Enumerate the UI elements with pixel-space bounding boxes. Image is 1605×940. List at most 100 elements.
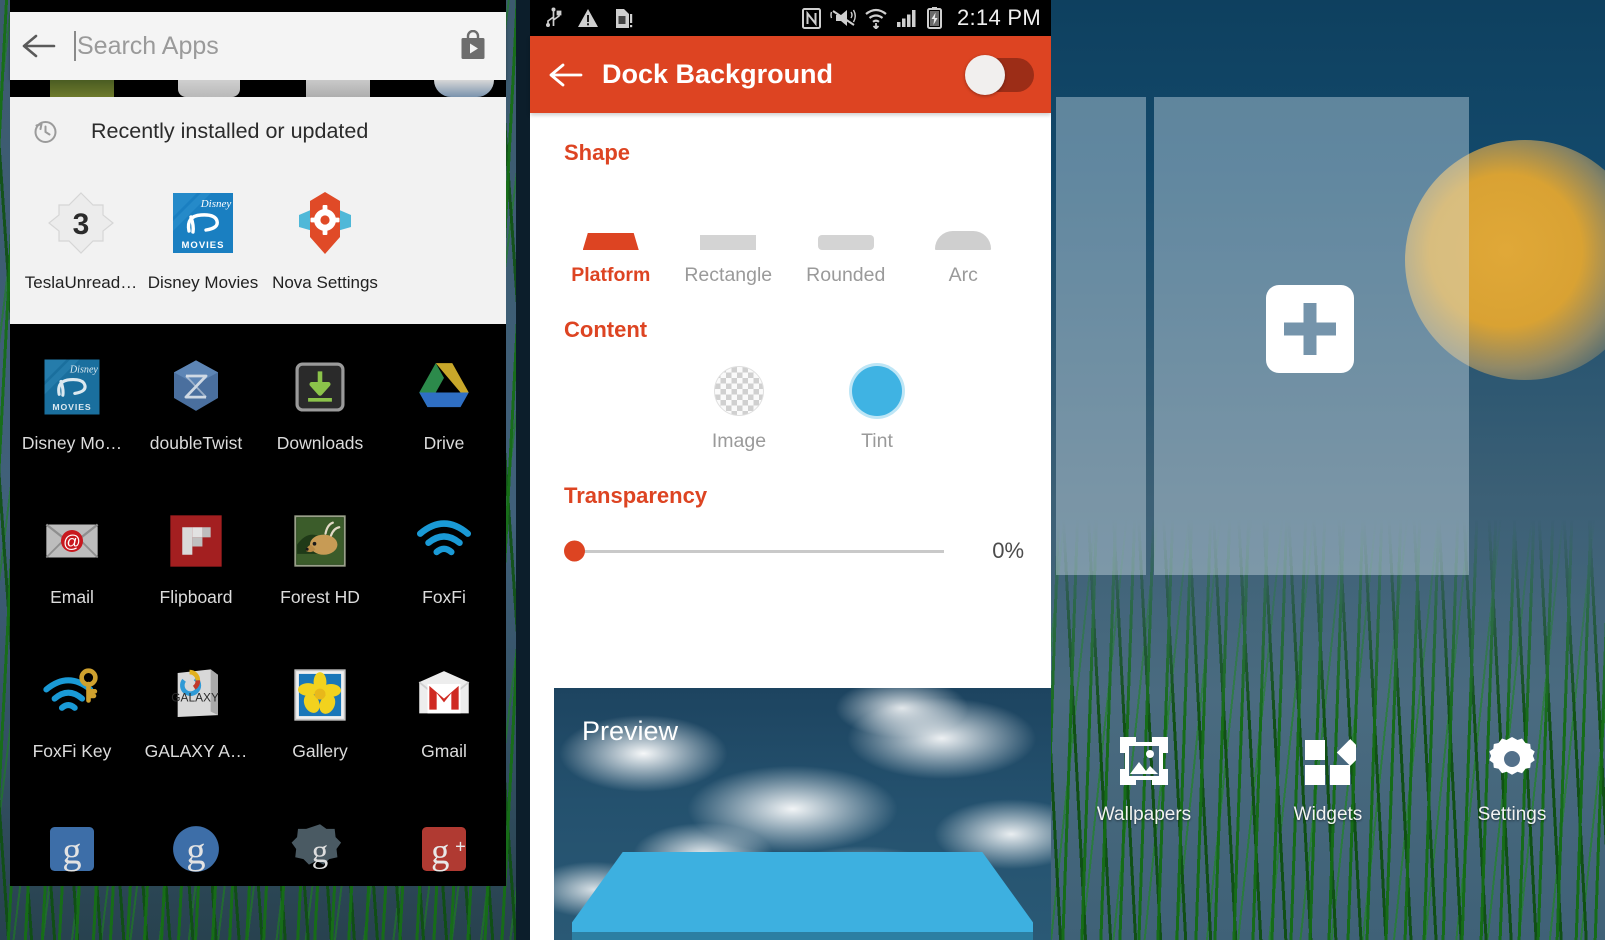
text-caret: [74, 31, 76, 61]
app-label: Flipboard: [159, 587, 233, 607]
app-grid-row: FoxFi Key GALAXY GALAXY A… Gallery Gmail: [10, 640, 506, 794]
recent-app-item[interactable]: Disney MOVIES Disney Movies: [142, 187, 264, 293]
plus-horizontal-bar: [1284, 322, 1336, 336]
app-item-galaxy-apps[interactable]: GALAXY GALAXY A…: [134, 640, 258, 794]
action-label: Widgets: [1293, 804, 1363, 825]
shape-option-rounded[interactable]: Rounded: [787, 192, 905, 287]
wifi-icon: [865, 8, 887, 29]
preview-label: Preview: [582, 716, 679, 746]
app-item-foxfi[interactable]: FoxFi: [382, 486, 506, 640]
content-options: Image Tint: [670, 358, 990, 453]
app-label: GALAXY A…: [144, 741, 248, 761]
app-item-disney-movies[interactable]: Disney MOVIES Disney Mo…: [10, 332, 134, 486]
app-drawer-panel: Search Apps Recently installed or update…: [0, 0, 516, 940]
status-bar-right-icons: 2:14 PM: [801, 5, 1051, 31]
shape-option-label: Rounded: [806, 264, 886, 286]
action-widgets[interactable]: Widgets: [1264, 730, 1392, 826]
app-label: doubleTwist: [149, 433, 243, 453]
app-item-drive[interactable]: Drive: [382, 332, 506, 486]
app-item-forest-hd[interactable]: Forest HD: [258, 486, 382, 640]
shape-option-platform[interactable]: Platform: [552, 192, 670, 287]
app-item-doubletwist[interactable]: doubleTwist: [134, 332, 258, 486]
back-arrow-icon[interactable]: [530, 62, 602, 88]
shape-option-label: Rectangle: [684, 264, 773, 286]
shape-options: Platform Rectangle Rounded Arc: [552, 192, 1022, 287]
app-label: Downloads: [276, 433, 364, 453]
recent-app-item[interactable]: Nova Settings: [264, 187, 386, 293]
google-plus-icon: g +: [382, 794, 506, 889]
app-label: Gmail: [421, 741, 467, 761]
recent-app-label: TeslaUnread…: [24, 273, 138, 292]
foxfi-key-icon: [10, 640, 134, 735]
transparency-slider-thumb[interactable]: [564, 540, 585, 562]
galaxy-apps-icon: GALAXY: [134, 640, 258, 735]
app-label: FoxFi: [422, 587, 466, 607]
recent-app-item[interactable]: 3 TeslaUnread…: [20, 187, 142, 293]
search-bar[interactable]: Search Apps: [10, 12, 506, 80]
toggle-thumb: [965, 54, 1005, 95]
recently-installed-card: Recently installed or updated 3 TeslaUnr…: [10, 97, 506, 324]
flipboard-icon: [134, 486, 258, 581]
app-item-gallery[interactable]: Gallery: [258, 640, 382, 794]
app-item-google-settings[interactable]: g: [258, 794, 382, 940]
shape-section-title: Shape: [564, 140, 631, 165]
app-item-flipboard[interactable]: Flipboard: [134, 486, 258, 640]
transparency-section-title: Transparency: [564, 483, 708, 508]
nova-settings-icon: [264, 187, 386, 259]
app-grid-row: g g g g +: [10, 794, 506, 940]
app-item-email[interactable]: @ Email: [10, 486, 134, 640]
app-label: Drive: [423, 433, 465, 453]
play-store-bag-icon[interactable]: [440, 30, 506, 62]
app-item-downloads[interactable]: Downloads: [258, 332, 382, 486]
svg-text:g: g: [312, 833, 329, 869]
svg-text:Disney: Disney: [69, 364, 99, 375]
search-input[interactable]: Search Apps: [68, 31, 440, 61]
recent-app-label: Disney Movies: [147, 273, 259, 292]
app-item-google-plus[interactable]: g +: [382, 794, 506, 940]
downloads-icon: [258, 332, 382, 427]
action-label: Wallpapers: [1096, 804, 1192, 825]
gmail-icon: [382, 640, 506, 735]
dock-background-toggle[interactable]: [951, 54, 1051, 95]
shape-rectangle-icon: [670, 192, 788, 250]
nfc-icon: [801, 7, 821, 29]
shape-option-rectangle[interactable]: Rectangle: [670, 192, 788, 287]
preview-dock-platform: [572, 852, 1033, 932]
transparency-slider-row[interactable]: 0%: [564, 538, 1024, 564]
disney-movies-icon: Disney MOVIES: [10, 332, 134, 427]
shape-option-label: Arc: [948, 264, 978, 286]
add-plus-icon[interactable]: [1266, 285, 1354, 373]
app-item-google-plus-circle[interactable]: g: [134, 794, 258, 940]
action-settings[interactable]: Settings: [1448, 730, 1576, 826]
shape-option-arc[interactable]: Arc: [905, 192, 1023, 287]
back-arrow-icon[interactable]: [10, 33, 68, 59]
homescreen-action-bar: Wallpapers Widgets Settings: [1051, 730, 1605, 826]
transparency-value: 0%: [992, 538, 1024, 563]
homescreen-page-preview-left[interactable]: [1056, 97, 1146, 575]
svg-text:+: +: [455, 835, 466, 856]
app-item-gmail[interactable]: Gmail: [382, 640, 506, 794]
app-grid-row: @ Email Flipboard Forest HD FoxFi: [10, 486, 506, 640]
svg-text:GALAXY: GALAXY: [171, 690, 219, 704]
google-blue-square-icon: g: [10, 794, 134, 889]
content-option-label: Tint: [861, 430, 893, 452]
svg-text:3: 3: [73, 208, 90, 241]
action-wallpapers[interactable]: Wallpapers: [1080, 730, 1208, 826]
status-bar-left-icons: [530, 7, 802, 29]
app-item-google-search[interactable]: g: [10, 794, 134, 940]
history-clock-icon: [32, 118, 59, 145]
battery-charging-icon: [926, 7, 942, 29]
panel-gutter: [516, 0, 530, 940]
content-option-label: Image: [711, 430, 767, 452]
transparency-slider-track[interactable]: [564, 540, 944, 562]
recently-installed-app-list: 3 TeslaUnread… Disney MOVIES Disney Movi…: [10, 165, 506, 293]
content-option-tint[interactable]: Tint: [808, 358, 946, 453]
shape-arc-icon: [905, 192, 1023, 250]
teslaunread-icon: 3: [20, 187, 142, 259]
app-item-foxfi-key[interactable]: FoxFi Key: [10, 640, 134, 794]
content-option-image[interactable]: Image: [670, 358, 808, 453]
app-label: Forest HD: [280, 587, 360, 607]
recently-installed-header: Recently installed or updated: [10, 97, 506, 165]
search-placeholder: Search Apps: [77, 31, 219, 60]
gallery-flower-icon: [258, 640, 382, 735]
